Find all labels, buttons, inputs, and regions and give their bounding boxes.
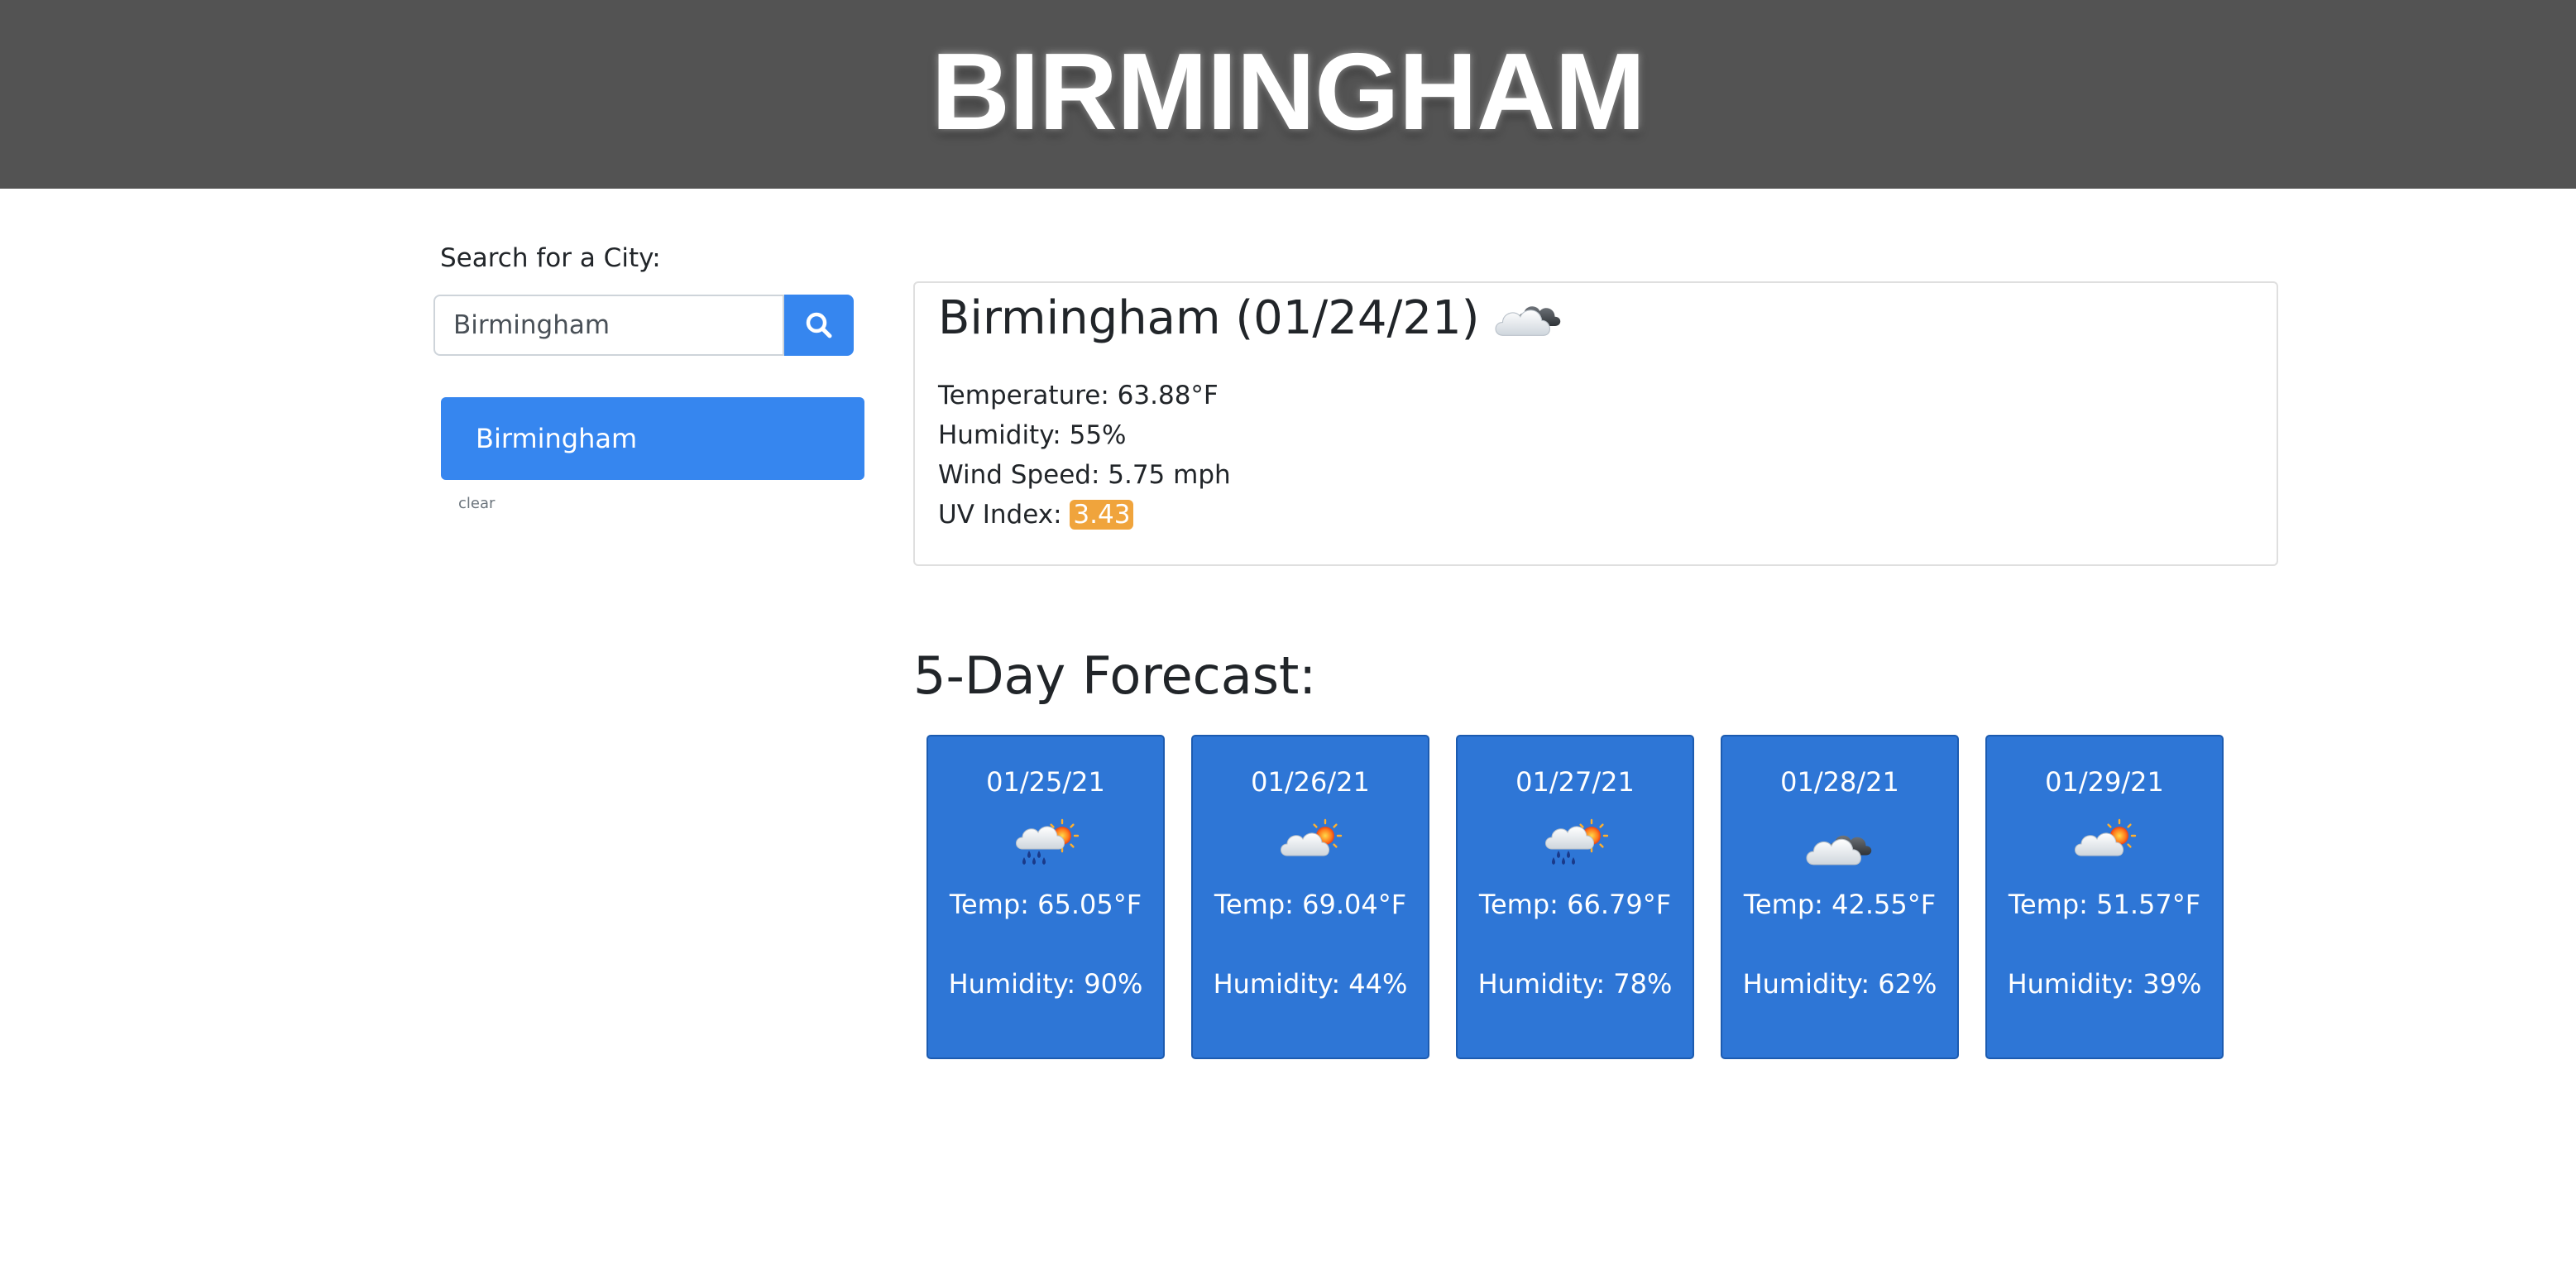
forecast-temp: Temp: 66.79°F [1478,889,1672,920]
forecast-card: 01/29/21 Temp: 51.57°F Humidity: 39% [1985,735,2224,1059]
uv-index-label: UV Index: [938,500,1070,530]
partly-cloudy-icon [1193,818,1428,871]
forecast-date: 01/26/21 [1251,766,1370,798]
forecast-temp: Temp: 69.04°F [1214,889,1407,920]
partly-cloudy-icon [1987,818,2222,871]
search-button[interactable] [784,295,854,356]
forecast-temp: Temp: 51.57°F [2008,889,2201,920]
rain-sun-icon [928,818,1163,871]
clear-history-link[interactable]: clear [458,495,495,512]
page-header: BIRMINGHAM [0,0,2576,189]
forecast-card: 01/25/21 Temp: 65.05°F Humidity: 90% [926,735,1165,1059]
current-temperature: Temperature: 63.88°F [938,381,1219,410]
forecast-date: 01/29/21 [2045,766,2164,798]
current-city-date: Birmingham (01/24/21) [938,291,1480,345]
forecast-temp: Temp: 42.55°F [1743,889,1937,920]
rain-sun-icon [1458,818,1693,871]
forecast-humidity: Humidity: 44% [1213,968,1408,1000]
forecast-date: 01/28/21 [1780,766,1899,798]
forecast-temp: Temp: 65.05°F [949,889,1142,920]
forecast-card: 01/26/21 Temp: 69.04°F Humidity: 44% [1191,735,1429,1059]
cloudy-icon [1722,818,1957,871]
current-weather-title: Birmingham (01/24/21) [938,291,1566,345]
forecast-date: 01/27/21 [1515,766,1635,798]
forecast-humidity: Humidity: 39% [2007,968,2202,1000]
forecast-humidity: Humidity: 62% [1742,968,1937,1000]
forecast-card: 01/27/21 Temp: 66.79°F Humidity: 78% [1456,735,1694,1059]
forecast-humidity: Humidity: 90% [948,968,1143,1000]
uv-index-badge: 3.43 [1070,500,1134,530]
current-wind-speed: Wind Speed: 5.75 mph [938,460,1231,490]
history-item-birmingham[interactable]: Birmingham [441,397,864,480]
forecast-heading: 5-Day Forecast: [913,645,1317,706]
city-search-input[interactable] [433,295,784,356]
current-uv-index: UV Index: 3.43 [938,500,1134,530]
search-icon [806,312,832,338]
current-humidity: Humidity: 55% [938,420,1127,450]
forecast-humidity: Humidity: 78% [1477,968,1673,1000]
search-label: Search for a City: [440,243,661,273]
forecast-card: 01/28/21 Temp: 42.55°F Humidity: 62% [1721,735,1959,1059]
cloudy-icon [1491,294,1566,343]
page-title: BIRMINGHAM [931,31,1646,152]
forecast-date: 01/25/21 [986,766,1105,798]
